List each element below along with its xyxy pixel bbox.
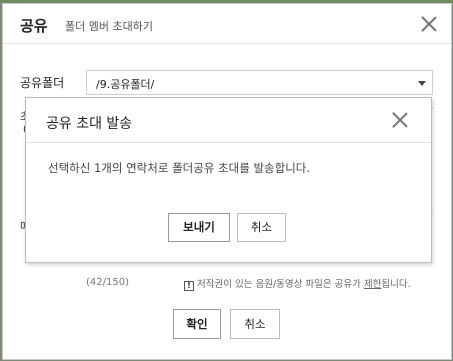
notice-suffix: 됩니다. [381,279,411,290]
send-invite-popup: 공유 초대 발송 선택하신 1개의 연락처로 폴더공유 초대를 발송합니다. 보… [25,97,432,263]
send-button[interactable]: 보내기 [168,213,230,242]
notice-restrict-link[interactable]: 제한 [364,279,381,290]
dialog-subtitle: 폴더 멤버 초대하기 [65,20,153,33]
cancel-button[interactable]: 취소 [230,309,280,339]
chevron-down-icon [418,81,426,86]
notice-text: 저작권이 있는 음원/동영상 파일은 공유가 [197,279,364,290]
dialog-title: 공유 [20,17,48,35]
popup-title: 공유 초대 발송 [46,116,133,132]
exclamation-icon: ! [184,281,194,291]
folder-select-value: /9.공유폴더/ [96,78,155,91]
close-icon[interactable] [421,16,437,32]
popup-header: 공유 초대 발송 [26,98,431,143]
popup-message: 선택하신 1개의 연락처로 폴더공유 초대를 발송합니다. [48,161,311,175]
dialog-header: 공유 폴더 멤버 초대하기 [3,4,451,44]
char-count: (42/150) [86,277,129,288]
folder-label: 공유폴더 [20,76,65,90]
popup-cancel-button[interactable]: 취소 [237,213,286,242]
confirm-button[interactable]: 확인 [173,309,221,339]
close-icon[interactable] [392,112,408,128]
copyright-notice: ! 저작권이 있는 음원/동영상 파일은 공유가 제한됩니다. [184,276,411,291]
folder-select[interactable]: /9.공유폴더/ [86,70,433,95]
